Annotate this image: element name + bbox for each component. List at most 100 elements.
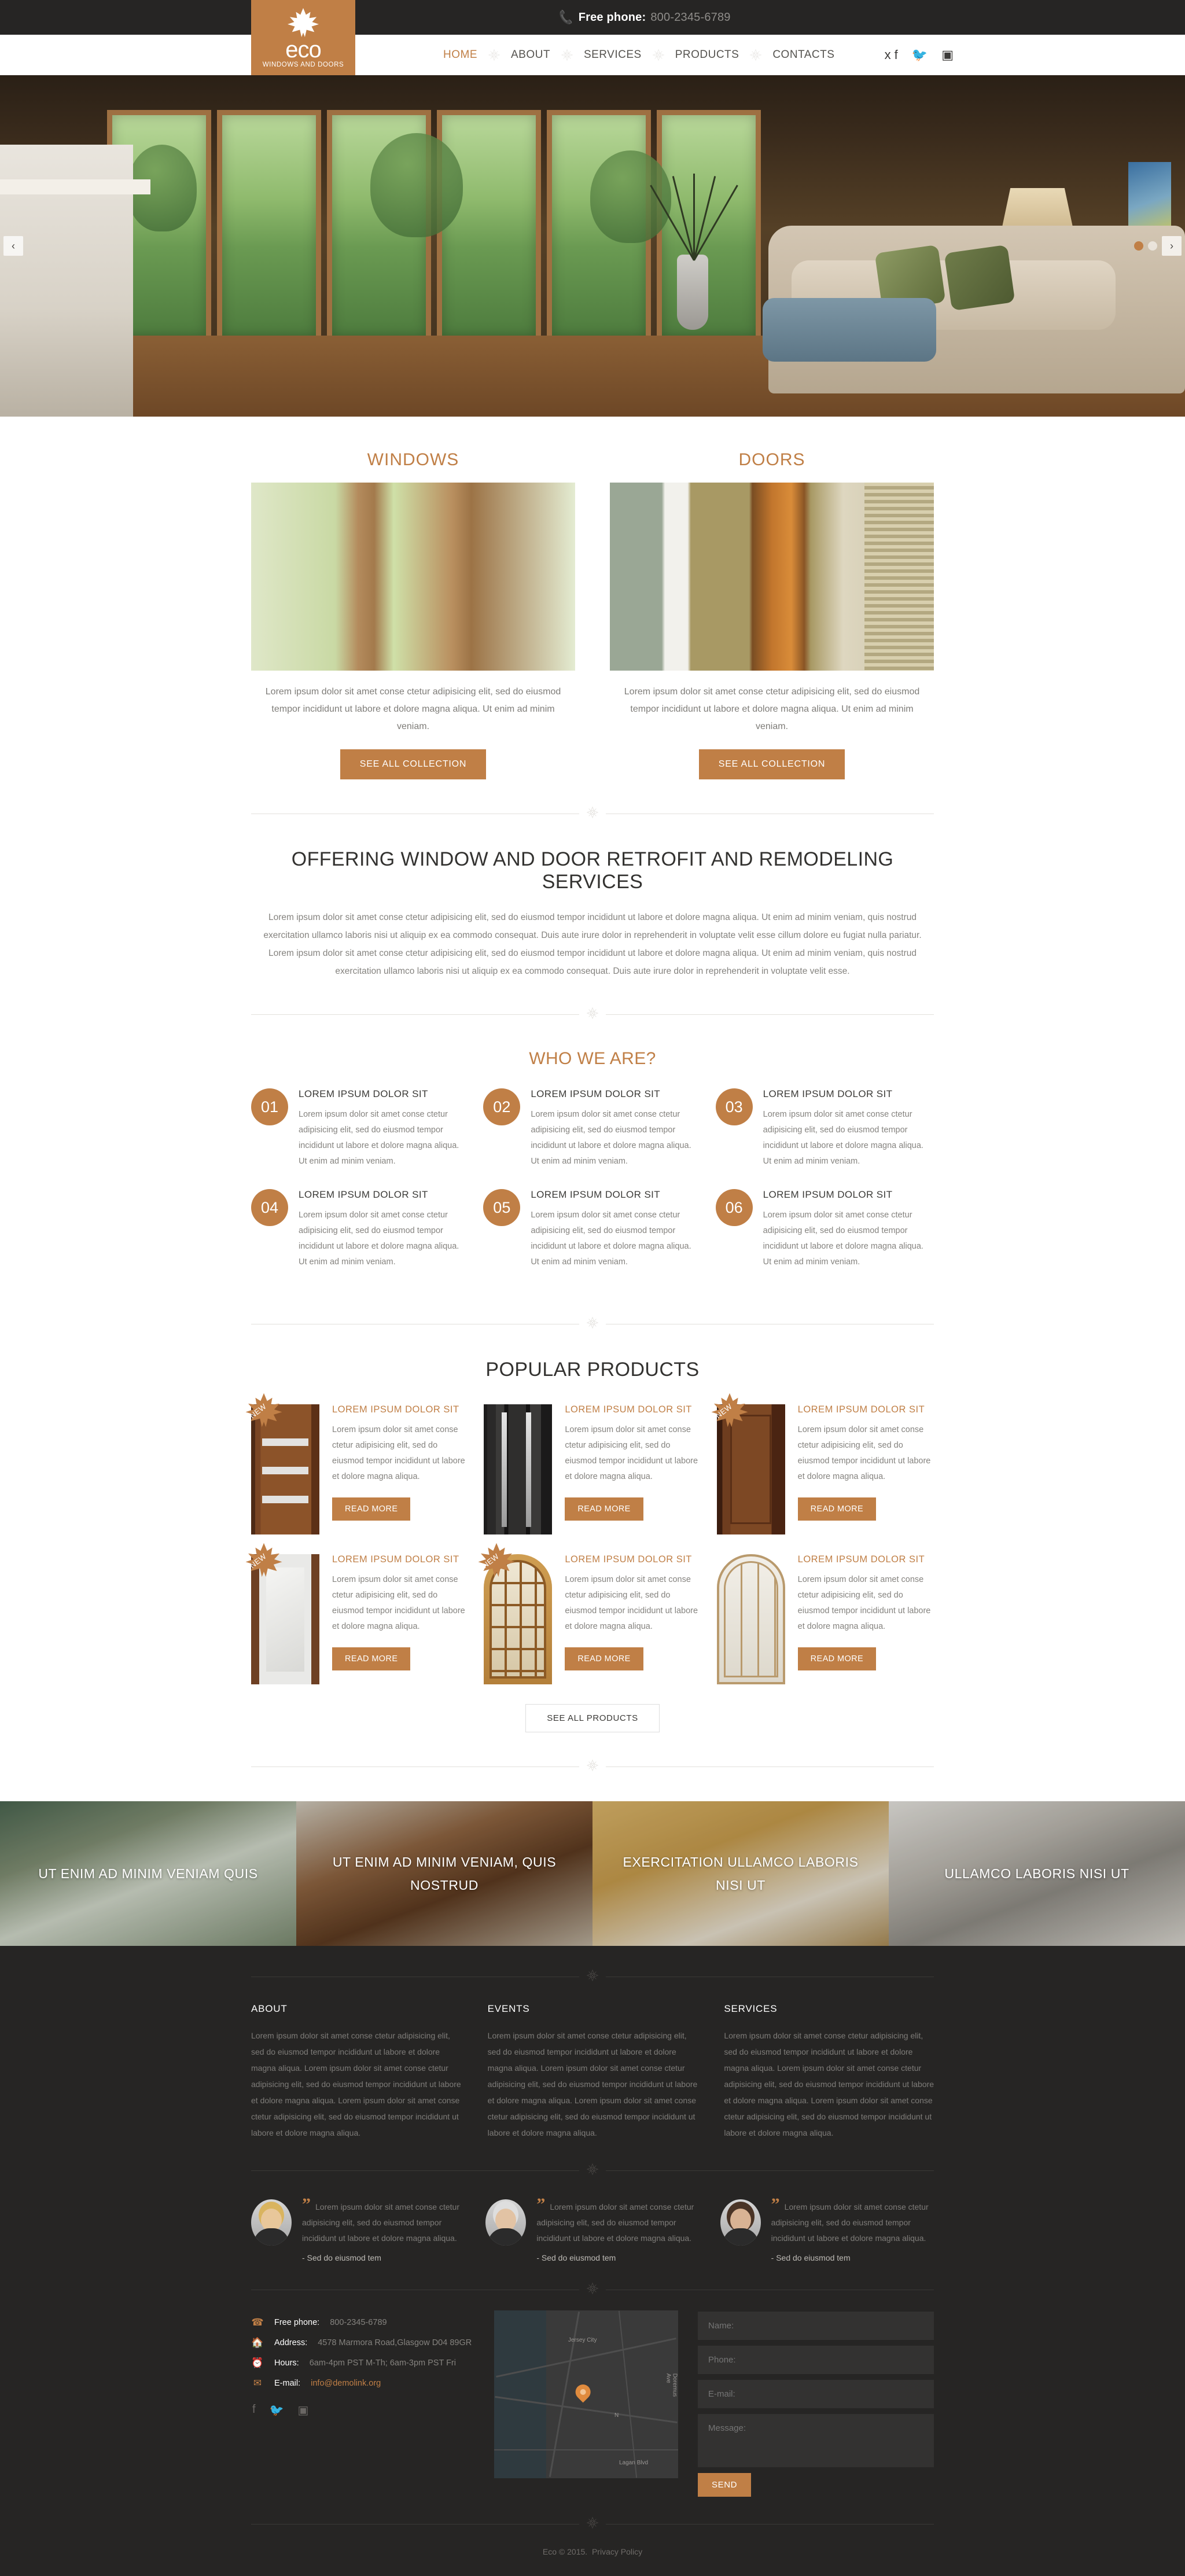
- product-title[interactable]: LOREM IPSUM DOLOR SIT: [565, 1554, 700, 1565]
- maple-leaf-icon: [288, 8, 319, 38]
- product-image[interactable]: NEW: [245, 1393, 319, 1534]
- header-social-links: x f 🐦 ▣: [885, 35, 954, 75]
- testimonial-text: Lorem ipsum dolor sit amet conse ctetur …: [302, 2202, 459, 2243]
- phone-icon: ☎: [251, 2317, 264, 2328]
- twitter-icon[interactable]: 🐦: [912, 49, 928, 61]
- new-badge-leaf-icon: NEW: [243, 1389, 285, 1431]
- contact-hours-row: ⏰ Hours: 6am-4pm PST M-Th; 6am-3pm PST F…: [251, 2358, 474, 2368]
- email-input[interactable]: [698, 2380, 934, 2408]
- envelope-icon: ✉: [253, 2378, 262, 2389]
- banner-caption: UT ENIM AD MINIM VENIAM QUIS: [38, 1866, 258, 1881]
- category-title: WINDOWS: [367, 450, 459, 469]
- hero-dot-2[interactable]: [1148, 241, 1157, 251]
- top-bar: 📞 Free phone: 800-2345-6789: [0, 0, 1185, 35]
- footer-divider: [251, 2282, 934, 2298]
- product-image[interactable]: [716, 1554, 785, 1684]
- footer-column-services: SERVICES Lorem ipsum dolor sit amet cons…: [724, 2003, 934, 2141]
- hero-prev-button[interactable]: ‹: [3, 236, 23, 256]
- banner-item[interactable]: EXERCITATION ULLAMCO LABORIS NISI UT: [592, 1801, 889, 1946]
- product-title[interactable]: LOREM IPSUM DOLOR SIT: [332, 1554, 468, 1565]
- contact-info: ☎ Free phone: 800-2345-6789 🏠 Address: 4…: [251, 2310, 474, 2417]
- nav-item-products[interactable]: PRODUCTS: [672, 49, 743, 61]
- ornament-icon: [579, 806, 606, 822]
- footer-columns: ABOUT Lorem ipsum dolor sit amet conse c…: [251, 1990, 934, 2141]
- privacy-policy-link[interactable]: Privacy Policy: [592, 2547, 642, 2556]
- contact-address-label: Address:: [274, 2338, 308, 2347]
- new-badge-leaf-icon: NEW: [476, 1539, 517, 1581]
- site-header: eco WINDOWS AND DOORS HOME ABOUT SERVICE…: [0, 0, 1185, 75]
- category-image-doors: [610, 483, 934, 671]
- category-text: Lorem ipsum dolor sit amet conse ctetur …: [624, 687, 920, 731]
- ornament-icon: [579, 1316, 606, 1332]
- feature-item: 06 LOREM IPSUM DOLOR SIT Lorem ipsum dol…: [715, 1189, 933, 1270]
- topbar-phone-number: 800-2345-6789: [650, 10, 731, 24]
- facebook-icon[interactable]: x f: [885, 49, 898, 61]
- banner-item[interactable]: UT ENIM AD MINIM VENIAM, QUIS NOSTRUD: [296, 1801, 592, 1946]
- feature-title: LOREM IPSUM DOLOR SIT: [299, 1088, 428, 1099]
- read-more-button[interactable]: READ MORE: [565, 1497, 643, 1521]
- nav-item-home[interactable]: HOME: [440, 49, 481, 61]
- phone-input[interactable]: [698, 2346, 934, 2374]
- testimonial-item: ” Lorem ipsum dolor sit amet conse ctetur…: [485, 2196, 699, 2262]
- logo[interactable]: eco WINDOWS AND DOORS: [251, 0, 355, 75]
- nav-item-about[interactable]: ABOUT: [507, 49, 554, 61]
- product-title[interactable]: LOREM IPSUM DOLOR SIT: [332, 1404, 468, 1415]
- hero-next-button[interactable]: ›: [1162, 236, 1182, 256]
- contact-phone-row: ☎ Free phone: 800-2345-6789: [251, 2317, 474, 2327]
- banner-item[interactable]: ULLAMCO LABORIS NISI UT: [889, 1801, 1185, 1946]
- feature-text: Lorem ipsum dolor sit amet conse ctetur …: [531, 1110, 691, 1166]
- product-image[interactable]: NEW: [711, 1393, 785, 1534]
- facebook-icon[interactable]: f: [252, 2403, 256, 2417]
- nav-separator-icon: [742, 49, 769, 61]
- who-we-are-section: WHO WE ARE? 01 LOREM IPSUM DOLOR SIT Lor…: [251, 1049, 934, 1290]
- who-we-are-title: WHO WE ARE?: [529, 1049, 656, 1068]
- read-more-button[interactable]: READ MORE: [332, 1647, 411, 1670]
- logo-name: eco: [285, 37, 321, 62]
- popular-products-section: POPULAR PRODUCTS NEW LOREM IPSUM DOLOR S…: [245, 1359, 934, 1732]
- product-image[interactable]: NEW: [245, 1543, 319, 1684]
- banner-item[interactable]: UT ENIM AD MINIM VENIAM QUIS: [0, 1801, 296, 1946]
- offering-title: OFFERING WINDOW AND DOOR RETROFIT AND RE…: [291, 848, 894, 893]
- see-all-products-button[interactable]: SEE ALL PRODUCTS: [525, 1704, 660, 1732]
- main-nav: HOME ABOUT SERVICES PRODUCTS CONTACTS: [440, 35, 838, 75]
- send-button[interactable]: SEND: [698, 2473, 752, 2497]
- see-all-collection-button[interactable]: SEE ALL COLLECTION: [340, 749, 487, 779]
- contact-email-label: E-mail:: [274, 2378, 301, 2388]
- feature-title: LOREM IPSUM DOLOR SIT: [531, 1189, 661, 1200]
- banner-strip: UT ENIM AD MINIM VENIAM QUIS UT ENIM AD …: [0, 1801, 1185, 1946]
- twitter-icon[interactable]: 🐦: [270, 2403, 284, 2417]
- product-image[interactable]: [484, 1404, 553, 1534]
- product-card: NEW LOREM IPSUM DOLOR SIT Lorem ipsum do…: [245, 1543, 468, 1684]
- read-more-button[interactable]: READ MORE: [797, 1647, 877, 1670]
- see-all-collection-button[interactable]: SEE ALL COLLECTION: [698, 749, 845, 779]
- footer-divider: [251, 1969, 934, 1985]
- page-root: 📞 Free phone: 800-2345-6789 eco WINDOWS …: [0, 0, 1185, 2576]
- ornament-icon: [579, 1007, 606, 1022]
- location-map[interactable]: Jersey City N Doremus Ave Lagan Blvd: [494, 2310, 678, 2478]
- read-more-button[interactable]: READ MORE: [797, 1497, 877, 1521]
- ornament-icon: [579, 2163, 606, 2178]
- read-more-button[interactable]: READ MORE: [565, 1647, 643, 1670]
- avatar: [485, 2199, 527, 2246]
- nav-item-services[interactable]: SERVICES: [580, 49, 645, 61]
- message-textarea[interactable]: [698, 2414, 934, 2467]
- nav-separator-icon: [645, 49, 672, 61]
- product-title[interactable]: LOREM IPSUM DOLOR SIT: [565, 1404, 700, 1415]
- contact-email-value[interactable]: info@demolink.org: [311, 2379, 381, 2388]
- product-title[interactable]: LOREM IPSUM DOLOR SIT: [798, 1554, 933, 1565]
- instagram-icon[interactable]: ▣: [297, 2403, 308, 2417]
- nav-item-contacts[interactable]: CONTACTS: [769, 49, 838, 61]
- name-input[interactable]: [698, 2312, 934, 2340]
- hero-dot-1[interactable]: [1134, 241, 1143, 251]
- map-pin-icon: [572, 2381, 594, 2402]
- nav-separator-icon: [481, 49, 507, 61]
- product-text: Lorem ipsum dolor sit amet conse ctetur …: [565, 1575, 698, 1631]
- hero-slider[interactable]: ‹ ›: [0, 75, 1185, 417]
- ornament-icon: [579, 1759, 606, 1775]
- section-divider: [251, 1007, 934, 1022]
- testimonial-item: ” Lorem ipsum dolor sit amet conse ctetur…: [251, 2196, 465, 2262]
- product-title[interactable]: LOREM IPSUM DOLOR SIT: [798, 1404, 933, 1415]
- product-image[interactable]: NEW: [478, 1543, 553, 1684]
- read-more-button[interactable]: READ MORE: [332, 1497, 411, 1521]
- instagram-icon[interactable]: ▣: [941, 49, 954, 61]
